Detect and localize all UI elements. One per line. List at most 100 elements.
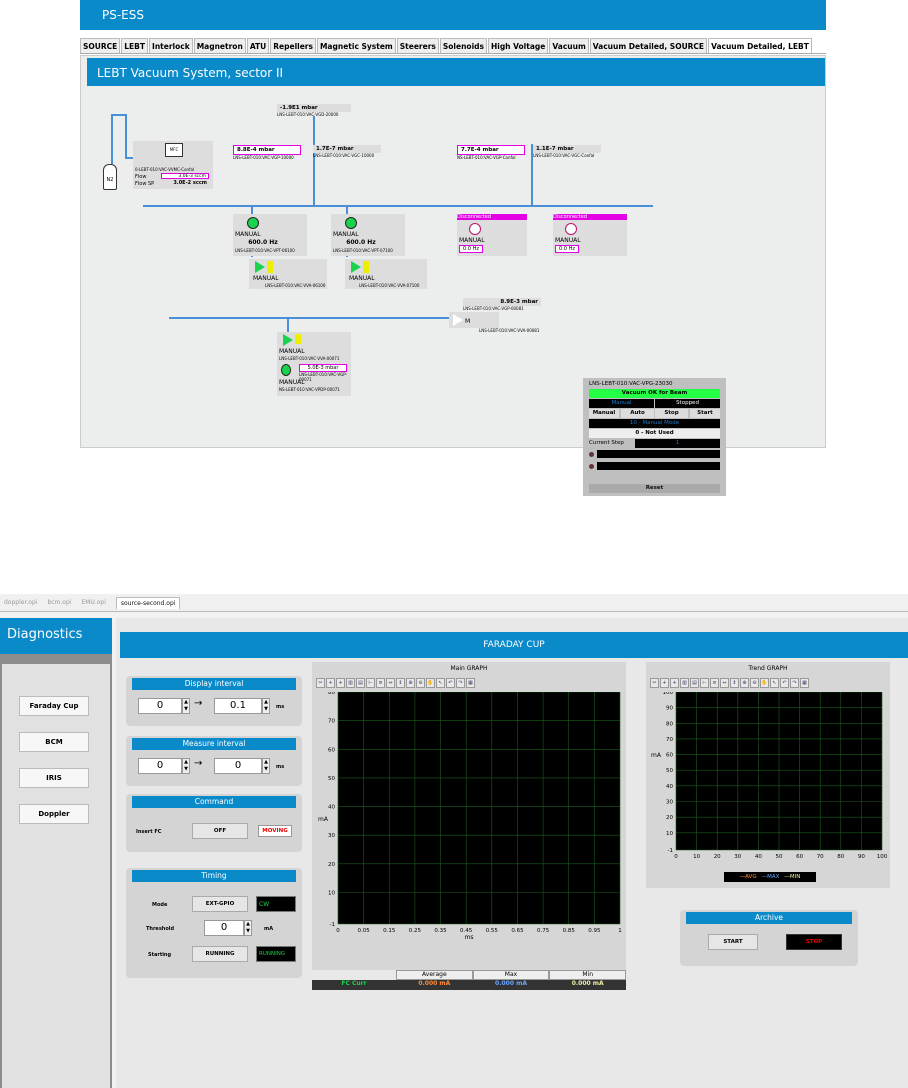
stagger-icon[interactable]: ≡ xyxy=(710,678,719,688)
snapshot-icon[interactable]: ▦ xyxy=(800,678,809,688)
reset-button[interactable]: Reset xyxy=(589,484,720,493)
valve-mode: MANUAL xyxy=(253,275,279,282)
pan-icon[interactable]: ✋ xyxy=(760,678,769,688)
editor-tab-doppler[interactable]: doppler.opi xyxy=(4,599,37,606)
y-tick-label: 30 xyxy=(666,800,673,806)
editor-tab-bcm[interactable]: bcm.opi xyxy=(47,599,71,606)
axis-icon[interactable]: ▥ xyxy=(680,678,689,688)
pan-icon[interactable]: ✋ xyxy=(426,678,435,688)
trend-legend: ―AVG ―MAX ―MIN xyxy=(724,872,816,882)
undo-icon[interactable]: ↶ xyxy=(446,678,455,688)
axis-icon[interactable]: ▥ xyxy=(346,678,355,688)
stats-avg: 0.000 mA xyxy=(418,980,451,987)
nav-iris[interactable]: IRIS xyxy=(19,768,89,788)
tab-high-voltage[interactable]: High Voltage xyxy=(487,38,549,53)
tab-vacuum[interactable]: Vacuum xyxy=(549,38,589,53)
turbo-pump-disconnected-1[interactable]: Disconnected MANUAL 0.0 Hz xyxy=(457,214,527,256)
add-icon[interactable]: + xyxy=(660,678,669,688)
zoom-tool-icon[interactable]: ✂ xyxy=(650,678,659,688)
zoom-x-icon[interactable]: ⇔ xyxy=(386,678,395,688)
spinner-arrows-icon[interactable]: ▲ ▼ xyxy=(262,758,270,774)
pointer-icon[interactable]: ↖ xyxy=(436,678,445,688)
zoom-out-icon[interactable]: ⊖ xyxy=(416,678,425,688)
tab-steerers[interactable]: Steerers xyxy=(396,38,439,53)
flow-sp-input[interactable]: 3.0E-2 sccm xyxy=(161,180,209,187)
tab-source[interactable]: SOURCE xyxy=(80,38,121,53)
archive-stop-button[interactable]: STOP xyxy=(786,934,842,950)
spinner-arrows-icon[interactable]: ▲ ▼ xyxy=(182,758,190,774)
manual-button[interactable]: Manual xyxy=(589,409,619,418)
pointer-icon[interactable]: ↖ xyxy=(770,678,779,688)
mfc-icon[interactable]: MFC xyxy=(165,143,183,157)
y-tick-label: 10 xyxy=(666,831,673,837)
undo-icon[interactable]: ↶ xyxy=(780,678,789,688)
remove-icon[interactable]: + xyxy=(336,678,345,688)
stagger-icon[interactable]: ≡ xyxy=(376,678,385,688)
archive-start-button[interactable]: START xyxy=(708,934,758,950)
spinner-arrows-icon[interactable]: ▲ ▼ xyxy=(244,920,252,936)
spinner-arrows-icon[interactable]: ▲ ▼ xyxy=(182,698,190,714)
start-button[interactable]: Start xyxy=(690,409,720,418)
valve-07100[interactable]: MANUAL LNS-LEBT-010:VAC-VVA-07100 xyxy=(345,259,427,289)
editor-tab-emu[interactable]: EMU.opi xyxy=(81,599,105,606)
stats-row-label: FC Curr xyxy=(341,980,367,987)
nav-bcm[interactable]: BCM xyxy=(19,732,89,752)
tab-atu[interactable]: ATU xyxy=(246,38,270,53)
snapshot-icon[interactable]: ▦ xyxy=(466,678,475,688)
valve-indicator-icon xyxy=(363,261,369,273)
zoom-tool-icon[interactable]: ✂ xyxy=(316,678,325,688)
turbo-pump-07100[interactable]: MANUAL 600.0 Hz LNS-LEBT-010:VAC-VPT-071… xyxy=(331,214,405,256)
tab-magnetron[interactable]: Magnetron xyxy=(193,38,246,53)
mode-button[interactable]: EXT-GPIO xyxy=(192,896,248,912)
turbo-pump-disconnected-2[interactable]: Disconnected MANUAL 0.0 Hz xyxy=(553,214,627,256)
zoom-in-icon[interactable]: ⊕ xyxy=(406,678,415,688)
pump-mode: MANUAL xyxy=(235,231,261,238)
tab-solenoids[interactable]: Solenoids xyxy=(439,38,487,53)
x-tick-label: 80 xyxy=(837,854,844,860)
valve-icon[interactable] xyxy=(283,334,293,346)
axis-icon[interactable]: ▤ xyxy=(690,678,699,688)
tab-magnetic-system[interactable]: Magnetic System xyxy=(316,38,396,53)
starting-status: RUNNING xyxy=(256,946,296,962)
stop-button[interactable]: Stop xyxy=(655,409,688,418)
zoom-out-icon[interactable]: ⊖ xyxy=(750,678,759,688)
trend-graph-plot[interactable]: -1 10 20 30 40 50 60 70 80 90 100 0 10 20 30 40 50 60 70 80… xyxy=(646,692,890,870)
zoom-x-icon[interactable]: ⇔ xyxy=(720,678,729,688)
valve-icon xyxy=(351,261,361,273)
zoom-in-icon[interactable]: ⊕ xyxy=(740,678,749,688)
tab-vacuum-detailed-lebt[interactable]: Vacuum Detailed, LEBT xyxy=(708,38,812,53)
nav-faraday-cup[interactable]: Faraday Cup xyxy=(19,696,89,716)
remove-icon[interactable]: + xyxy=(670,678,679,688)
main-graph-plot[interactable]: -110203040506070800 0.05 0.15 0.25 0.35 0.45 0… xyxy=(312,692,626,970)
zoom-y-icon[interactable]: ⇕ xyxy=(730,678,739,688)
turbo-pump-06100[interactable]: MANUAL 600.0 Hz LNS-LEBT-010:VAC-VPT-061… xyxy=(233,214,307,256)
starting-button[interactable]: RUNNING xyxy=(192,946,248,962)
display-to-input[interactable]: 0.1 xyxy=(214,698,262,714)
pump-name: LNS-LEBT-010:VAC-VPT-06100 xyxy=(235,248,295,253)
threshold-input[interactable]: 0 xyxy=(204,920,244,936)
axis-icon[interactable]: ⊢ xyxy=(366,678,375,688)
spinner-arrows-icon[interactable]: ▲ ▼ xyxy=(262,698,270,714)
tab-interlock[interactable]: Interlock xyxy=(149,38,193,53)
measure-to-input[interactable]: 0 xyxy=(214,758,262,774)
valve-00081[interactable]: M xyxy=(449,312,499,328)
tab-lebt[interactable]: LEBT xyxy=(121,38,149,53)
tab-vacuum-detailed-source[interactable]: Vacuum Detailed, SOURCE xyxy=(589,38,708,53)
editor-tab-source-second[interactable]: source-second.opi xyxy=(115,596,181,609)
axis-icon[interactable]: ▤ xyxy=(356,678,365,688)
primary-pump-icon[interactable] xyxy=(281,364,291,376)
axis-icon[interactable]: ⊢ xyxy=(700,678,709,688)
nav-doppler[interactable]: Doppler xyxy=(19,804,89,824)
insert-fc-toggle[interactable]: OFF xyxy=(192,823,248,839)
card-title: Measure interval xyxy=(132,738,296,750)
zoom-y-icon[interactable]: ⇕ xyxy=(396,678,405,688)
valve-06100[interactable]: MANUAL LNS-LEBT-010:VAC-VVA-06100 xyxy=(249,259,327,289)
display-from-input[interactable]: 0 xyxy=(138,698,182,714)
step-select[interactable]: 0 - Not Used xyxy=(589,429,720,438)
redo-icon[interactable]: ↷ xyxy=(790,678,799,688)
add-icon[interactable]: + xyxy=(326,678,335,688)
tab-repellers[interactable]: Repellers xyxy=(270,38,316,53)
measure-from-input[interactable]: 0 xyxy=(138,758,182,774)
auto-button[interactable]: Auto xyxy=(621,409,654,418)
redo-icon[interactable]: ↷ xyxy=(456,678,465,688)
